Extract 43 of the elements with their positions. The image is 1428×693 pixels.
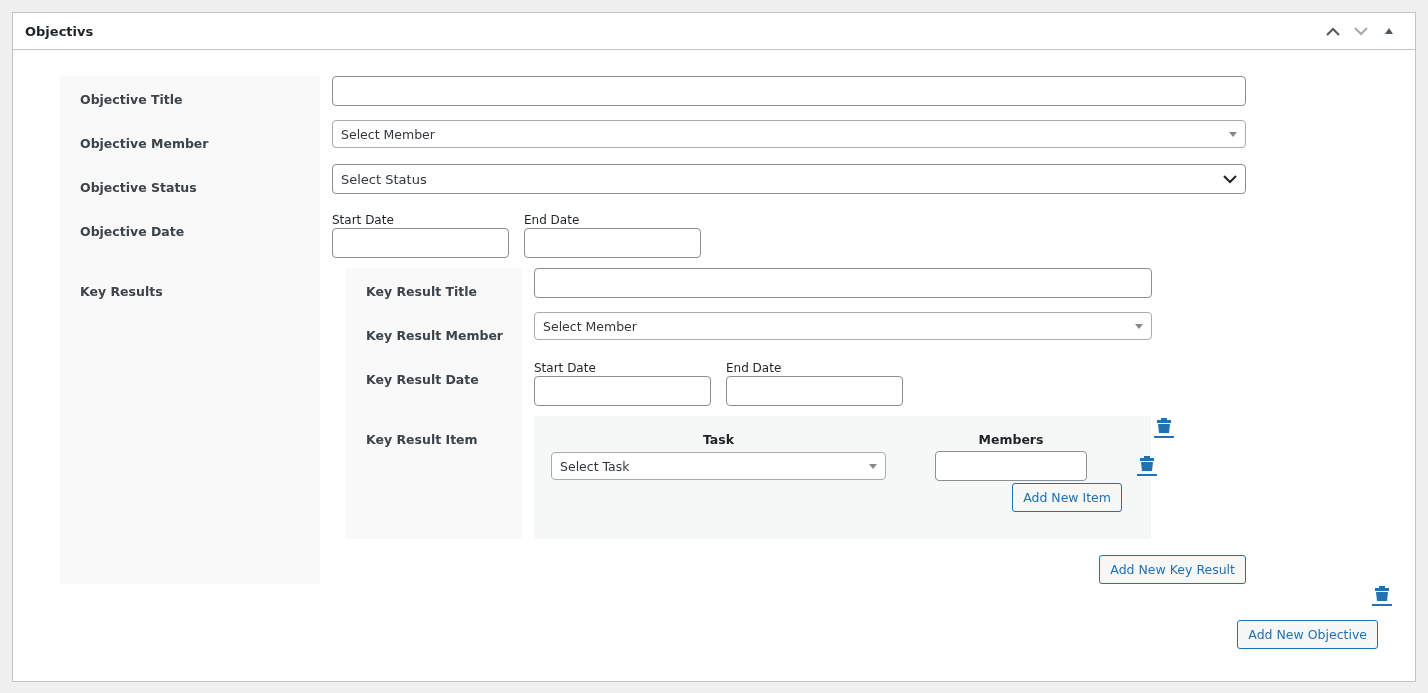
- date-field[interactable]: [726, 376, 903, 406]
- select-field[interactable]: Select Member: [534, 312, 1152, 340]
- date-field[interactable]: [534, 376, 711, 406]
- delete-button[interactable]: [1153, 418, 1175, 438]
- dropdown-arrow-icon: [1229, 131, 1237, 137]
- date-field[interactable]: [524, 228, 701, 258]
- triangle-up-icon: [1385, 28, 1393, 34]
- add-item-button[interactable]: Add New Item: [1012, 483, 1122, 512]
- select-field[interactable]: Select Member: [332, 120, 1246, 148]
- field-label: Objective Title: [60, 76, 320, 120]
- trash-icon: [1136, 456, 1158, 476]
- chevron-down-icon: [1223, 174, 1237, 184]
- delete-button[interactable]: [1136, 456, 1158, 476]
- field-label: Key Result Member: [346, 312, 522, 356]
- chevron-down-icon: [1354, 26, 1368, 36]
- field-label: End Date: [726, 360, 783, 376]
- field-label: Key Result Title: [346, 268, 522, 312]
- field-label: Objective Date: [60, 208, 320, 268]
- field-label: Start Date: [534, 360, 597, 376]
- column-heading: Task: [701, 432, 736, 447]
- text-field[interactable]: [534, 268, 1152, 298]
- column-heading: Members: [977, 432, 1045, 447]
- panel-title: Objectivs: [25, 23, 95, 39]
- trash-icon: [1371, 586, 1393, 606]
- field-label: Key Result Item: [346, 416, 522, 539]
- trash-icon: [1153, 418, 1175, 438]
- field-label: End Date: [524, 212, 581, 228]
- select-field[interactable]: Select Task: [551, 452, 886, 480]
- members-field[interactable]: [935, 451, 1087, 481]
- dropdown-arrow-icon: [869, 463, 877, 469]
- field-label: Key Results: [60, 268, 320, 584]
- delete-button[interactable]: [1371, 586, 1393, 606]
- add-objective-button[interactable]: Add New Objective: [1237, 620, 1378, 649]
- add-key-result-button[interactable]: Add New Key Result: [1099, 555, 1246, 584]
- field-label: Start Date: [332, 212, 395, 228]
- date-field[interactable]: [332, 228, 509, 258]
- field-label: Objective Member: [60, 120, 320, 164]
- text-field[interactable]: [332, 76, 1246, 106]
- select-field[interactable]: Select Status: [332, 164, 1246, 194]
- field-label: Objective Status: [60, 164, 320, 208]
- dropdown-arrow-icon: [1135, 323, 1143, 329]
- chevron-up-icon: [1326, 26, 1340, 36]
- field-label: Key Result Date: [346, 356, 522, 416]
